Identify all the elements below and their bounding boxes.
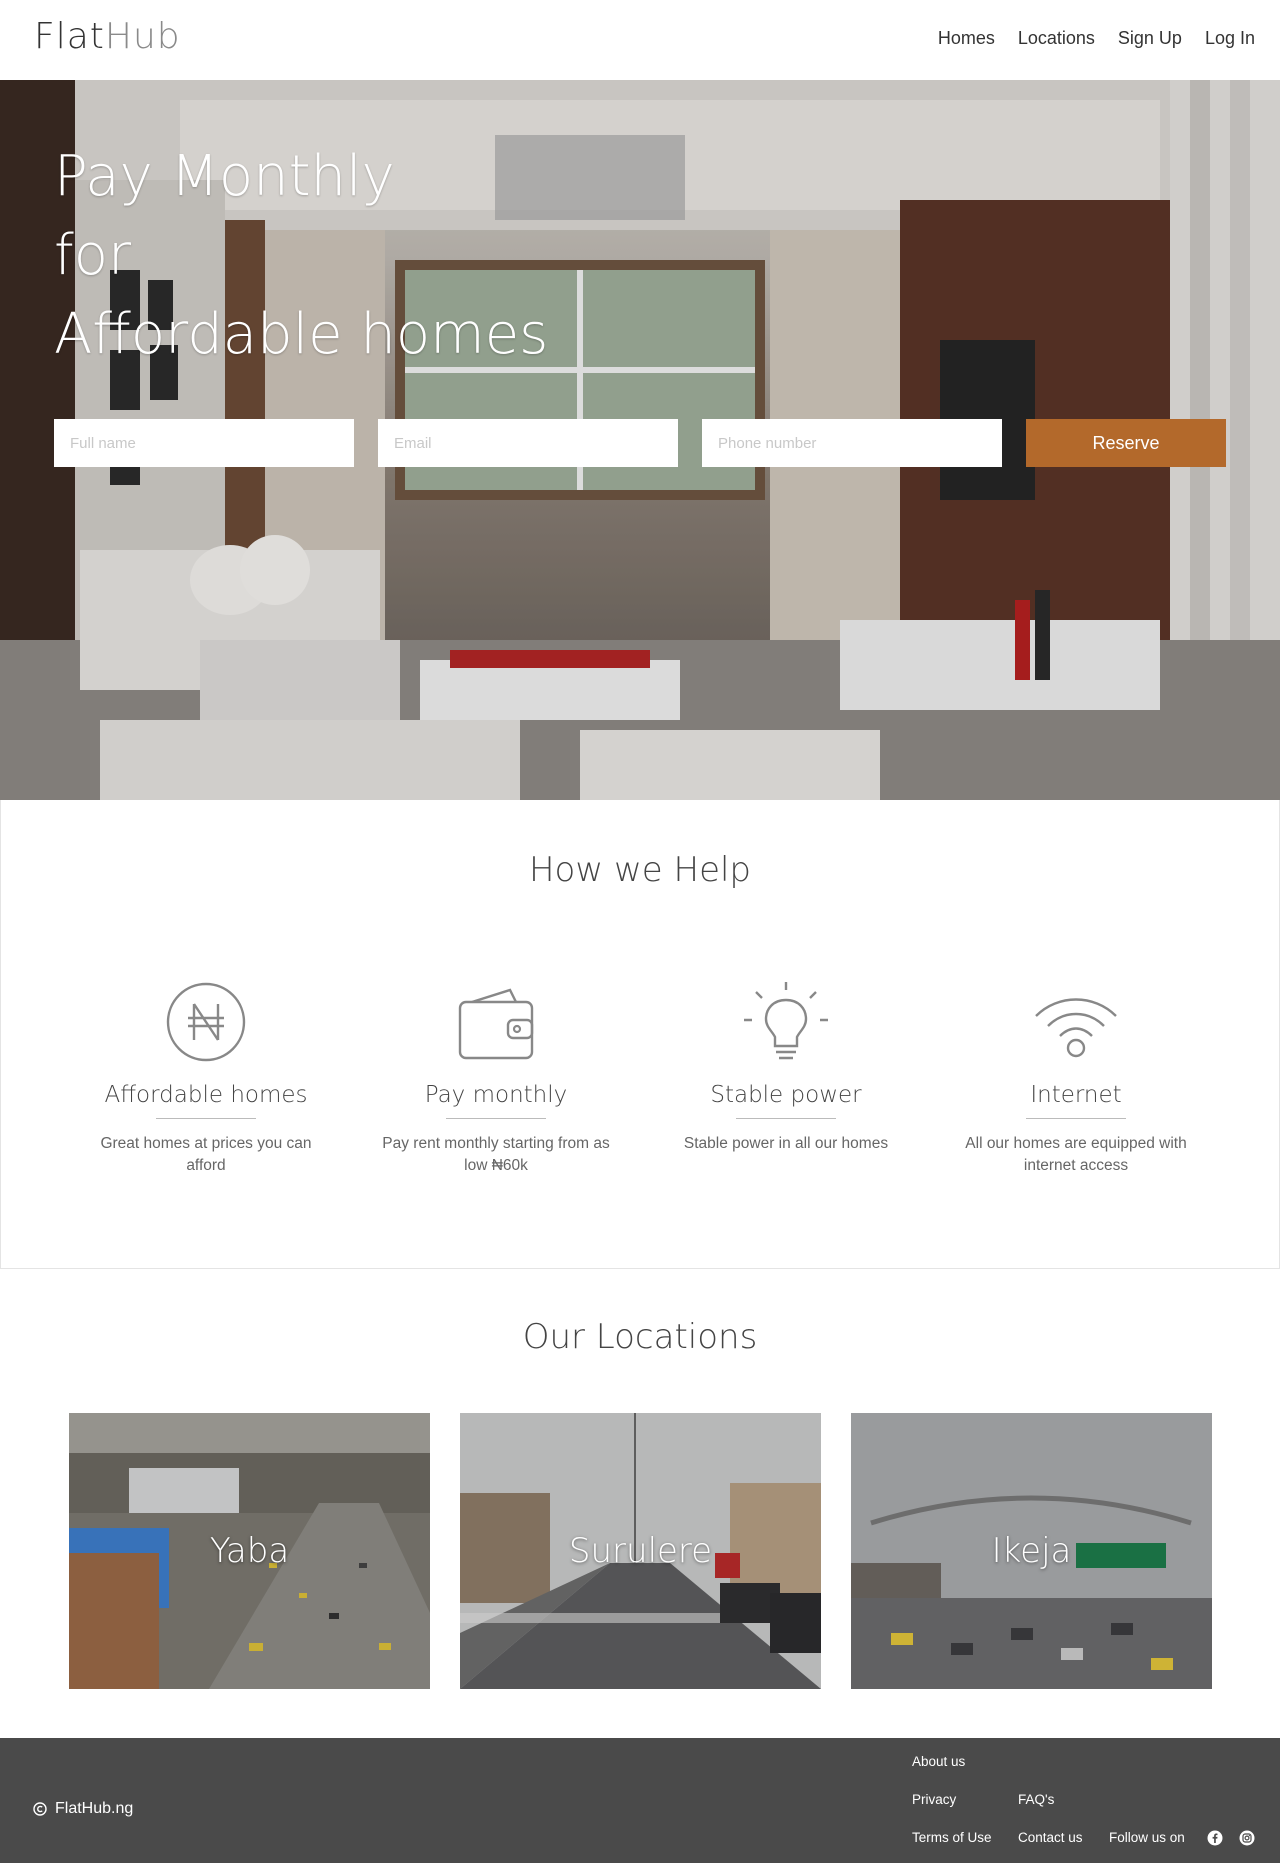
footer-privacy-link[interactable]: Privacy: [912, 1792, 956, 1807]
lightbulb-icon: [744, 982, 828, 1060]
footer-follow-label: Follow us on: [1109, 1830, 1185, 1845]
feature-pay-monthly: Pay monthly Pay rent monthly starting fr…: [351, 980, 641, 1177]
footer-contact-link[interactable]: Contact us: [1018, 1830, 1083, 1845]
brand-logo-part1: Flat: [34, 16, 105, 57]
feature-title: Internet: [1030, 1082, 1122, 1108]
navbar: FlatHub Homes Locations Sign Up Log In: [0, 0, 1280, 80]
feature-title: Stable power: [710, 1082, 862, 1108]
feature-divider: [1026, 1118, 1126, 1119]
locations-list: Yaba Surulere Ikeja: [69, 1413, 1212, 1689]
feature-text: Great homes at prices you can afford: [100, 1135, 312, 1174]
feature-text: Stable power in all our homes: [683, 1135, 889, 1152]
footer-about-link[interactable]: About us: [912, 1754, 965, 1769]
feature-title: Pay monthly: [424, 1082, 568, 1108]
how-we-help-title: How we Help: [528, 850, 752, 890]
facebook-icon[interactable]: [1207, 1830, 1223, 1846]
location-card-yaba[interactable]: Yaba: [69, 1413, 430, 1689]
hero-title: Pay Monthly for Affordable homes: [54, 137, 548, 374]
location-name: Surulere: [568, 1531, 713, 1571]
hero-title-line1: Pay Monthly: [54, 144, 395, 209]
footer: FlatHub.ng About us Privacy FAQ's Terms …: [0, 1738, 1280, 1863]
feature-divider: [736, 1118, 836, 1119]
feature-text: Pay rent monthly starting from as low ₦6…: [382, 1135, 610, 1174]
feature-text: All our homes are equipped with internet…: [965, 1135, 1187, 1174]
nav-item-sign-up[interactable]: Sign Up: [1118, 28, 1182, 49]
how-we-help-section: How we Help Affordable homes Great homes…: [0, 800, 1280, 1269]
location-name: Ikeja: [991, 1531, 1072, 1571]
feature-divider: [446, 1118, 546, 1119]
nav-item-homes[interactable]: Homes: [938, 28, 995, 49]
wifi-icon: [1035, 998, 1117, 1058]
copyright: FlatHub.ng: [33, 1800, 133, 1818]
naira-icon: [166, 982, 246, 1062]
location-name: Yaba: [209, 1531, 290, 1571]
location-card-surulere[interactable]: Surulere: [460, 1413, 821, 1689]
full-name-input[interactable]: [54, 419, 354, 467]
footer-terms-link[interactable]: Terms of Use: [912, 1830, 992, 1845]
feature-stable-power: Stable power Stable power in all our hom…: [641, 980, 931, 1177]
copyright-icon: [33, 1802, 47, 1816]
hero-title-line3: Affordable homes: [54, 302, 549, 367]
feature-affordable-homes: Affordable homes Great homes at prices y…: [61, 980, 351, 1177]
nav-item-log-in[interactable]: Log In: [1205, 28, 1255, 49]
reserve-button[interactable]: Reserve: [1026, 419, 1226, 467]
hero-title-line2: for: [54, 223, 131, 288]
wallet-icon: [458, 988, 534, 1060]
nav-links: Homes Locations Sign Up Log In: [938, 28, 1255, 49]
brand-logo[interactable]: FlatHub: [34, 16, 181, 57]
features-list: Affordable homes Great homes at prices y…: [61, 980, 1221, 1177]
feature-title: Affordable homes: [104, 1082, 308, 1108]
feature-divider: [156, 1118, 256, 1119]
email-input[interactable]: [378, 419, 678, 467]
our-locations-title: Our Locations: [522, 1317, 758, 1357]
feature-internet: Internet All our homes are equipped with…: [931, 980, 1221, 1177]
reserve-form: Reserve: [54, 419, 1226, 467]
phone-number-input[interactable]: [702, 419, 1002, 467]
brand-logo-part2: Hub: [104, 16, 181, 57]
nav-item-locations[interactable]: Locations: [1018, 28, 1095, 49]
copyright-text: FlatHub.ng: [55, 1800, 134, 1817]
hero-section: Pay Monthly for Affordable homes Reserve: [0, 80, 1280, 800]
footer-faqs-link[interactable]: FAQ's: [1018, 1792, 1054, 1807]
location-card-ikeja[interactable]: Ikeja: [851, 1413, 1212, 1689]
instagram-icon[interactable]: [1239, 1830, 1255, 1846]
